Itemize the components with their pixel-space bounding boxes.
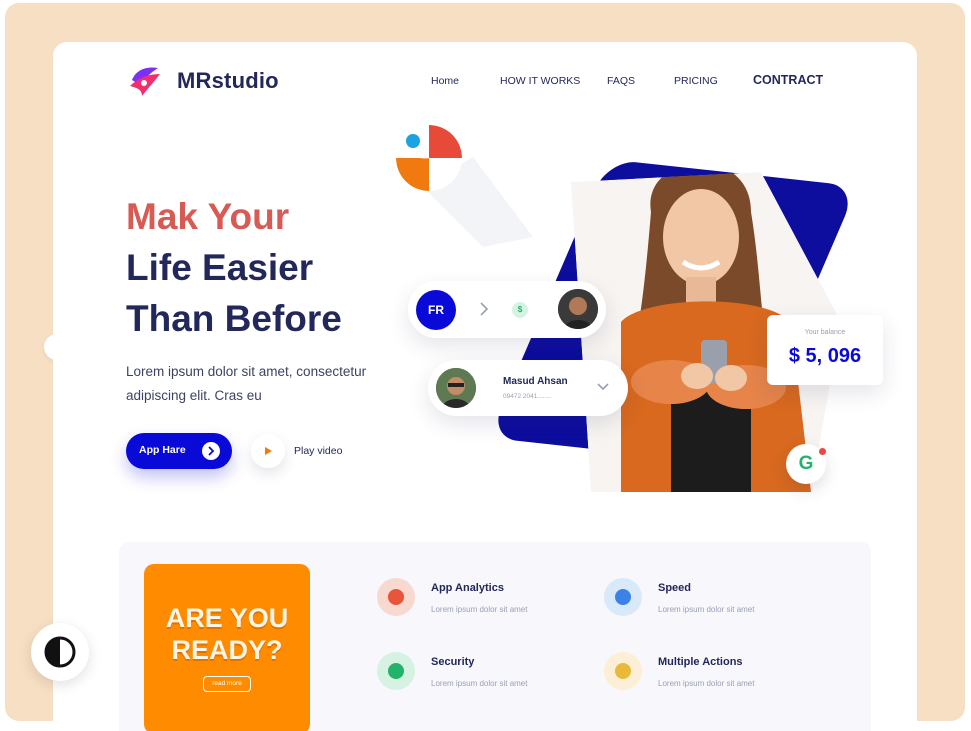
contact-number: 09472 2041........	[503, 393, 552, 400]
contrast-icon	[44, 636, 76, 668]
feature-title-speed: Speed	[658, 582, 692, 594]
play-video-button[interactable]	[251, 434, 285, 468]
app-hare-button[interactable]: App Hare	[126, 433, 232, 469]
landing-card: MRstudio Home HOW IT WORKS FAQS PRICING …	[53, 42, 917, 731]
feature-title-multiple-actions: Multiple Actions	[658, 656, 743, 668]
nav-how-it-works[interactable]: HOW IT WORKS	[500, 75, 580, 87]
mr-logo-icon[interactable]	[128, 64, 164, 98]
analytics-icon	[377, 578, 415, 616]
promo-card: ARE YOU READY? read more	[144, 564, 310, 731]
hero-description: Lorem ipsum dolor sit amet, consectetur …	[126, 364, 367, 403]
shield-icon	[377, 652, 415, 690]
hand-icon	[604, 652, 642, 690]
balance-label: Your balance	[804, 329, 846, 336]
hero-headline-line2: Life Easier	[126, 247, 314, 288]
hero-headline-line3: Than Before	[126, 298, 342, 339]
feature-desc-multiple-actions: Lorem ipsum dolor sit amet	[658, 679, 755, 688]
arrow-right-icon	[202, 442, 220, 460]
balance-card: Your balance $ 5, 096	[767, 315, 883, 385]
feature-desc-security: Lorem ipsum dolor sit amet	[431, 679, 528, 688]
dollar-badge: $	[512, 302, 528, 318]
promo-headline: ARE YOU READY?	[144, 602, 310, 666]
contact-card[interactable]: Masud Ahsan 09472 2041........	[428, 360, 628, 416]
contact-name: Masud Ahsan	[503, 376, 568, 387]
nav-faqs[interactable]: FAQS	[607, 75, 635, 87]
beach-ball-icon	[396, 125, 462, 191]
notification-dot	[819, 448, 826, 455]
transfer-recipient-avatar	[558, 289, 598, 329]
nav-contract[interactable]: CONTRACT	[753, 73, 823, 87]
nav-home[interactable]: Home	[431, 75, 459, 87]
promo-line2: READY?	[171, 635, 283, 665]
read-more-button[interactable]: read more	[203, 676, 251, 692]
balance-amount: $ 5, 096	[788, 345, 862, 367]
feature-title-security: Security	[431, 656, 475, 668]
google-icon: G	[798, 453, 814, 474]
nav-pricing[interactable]: PRICING	[674, 75, 718, 87]
transfer-card[interactable]: FR $	[408, 281, 606, 338]
contact-avatar	[436, 368, 476, 408]
chevron-right-icon	[480, 302, 489, 316]
hero-headline-line1: Mak Your	[126, 196, 290, 237]
feature-title-analytics: App Analytics	[431, 582, 504, 594]
play-icon	[265, 447, 272, 455]
promo-line1: ARE YOU	[165, 603, 289, 633]
feature-desc-speed: Lorem ipsum dolor sit amet	[658, 605, 755, 614]
theme-toggle-button[interactable]	[31, 623, 89, 681]
rocket-icon	[604, 578, 642, 616]
chevron-down-icon[interactable]	[596, 382, 610, 392]
feature-desc-analytics: Lorem ipsum dolor sit amet	[431, 605, 528, 614]
brand-name[interactable]: MRstudio	[177, 68, 279, 94]
features-section: ARE YOU READY? read more App Analytics L…	[119, 542, 871, 731]
fr-avatar: FR	[416, 290, 456, 330]
app-hare-label: App Hare	[139, 444, 186, 456]
play-video-label[interactable]: Play video	[294, 445, 342, 457]
